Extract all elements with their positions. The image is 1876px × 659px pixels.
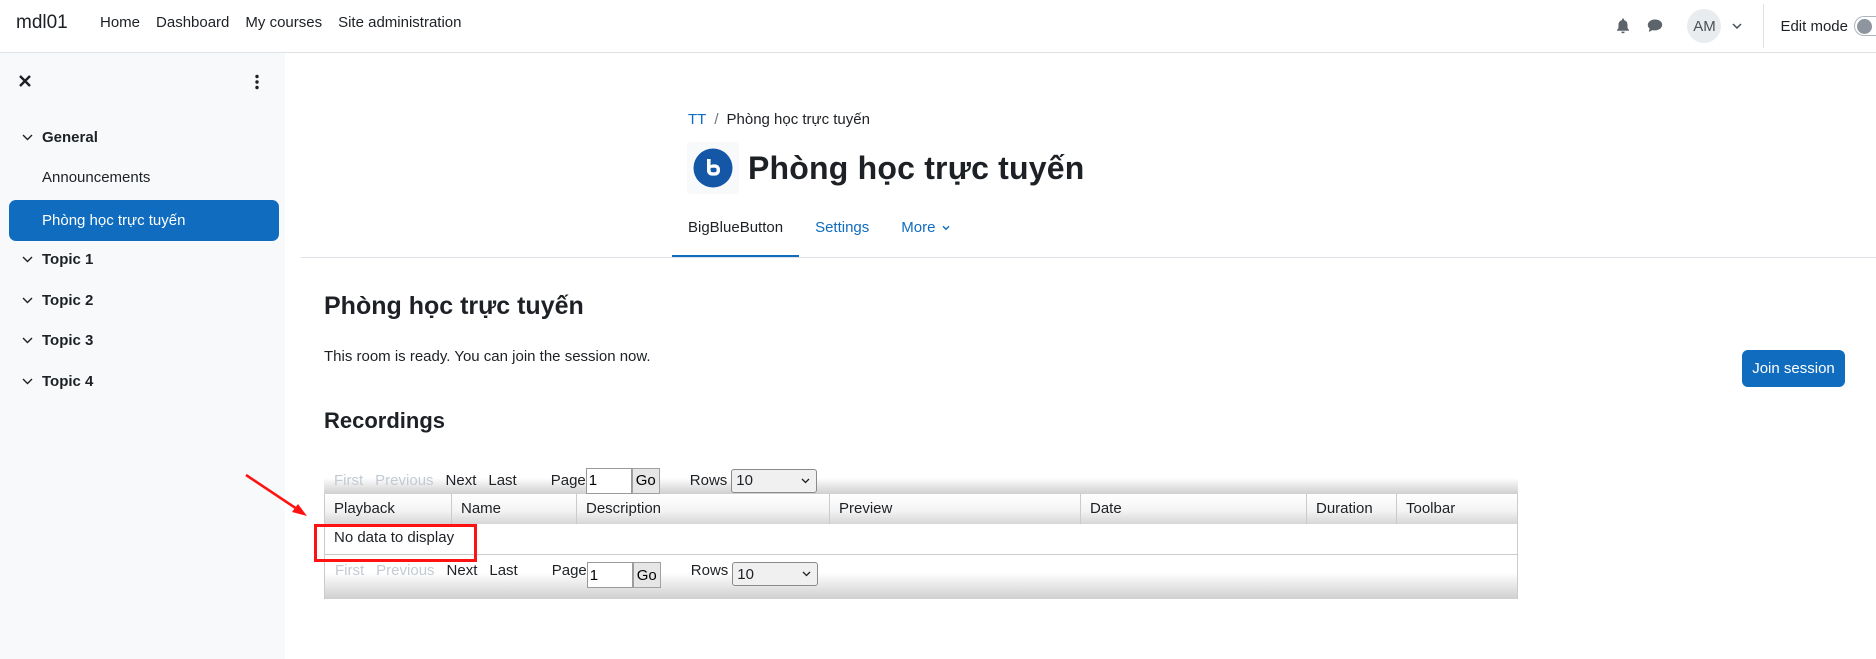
pager-previous: Previous — [375, 472, 434, 489]
pager-bottom: First Previous Next Last Page Go Rows 10 — [324, 555, 1518, 599]
sidebar-item-announcements[interactable]: Announcements — [42, 169, 150, 186]
chat-bubble-icon — [1648, 19, 1663, 32]
sidebar-item-phong-hoc-truc-tuyen[interactable]: Phòng học trực tuyến — [9, 200, 279, 241]
pager-page-label: Page — [550, 472, 586, 489]
nav-dashboard[interactable]: Dashboard — [156, 14, 229, 31]
section-topic-1-label: Topic 1 — [42, 251, 94, 268]
room-heading: Phòng học trực tuyến — [324, 292, 584, 320]
empty-table-message: No data to display — [324, 524, 1518, 555]
section-topic-2-label: Topic 2 — [42, 292, 94, 309]
kebab-icon — [255, 74, 259, 90]
breadcrumb-separator: / — [714, 111, 719, 128]
join-session-button[interactable]: Join session — [1742, 350, 1845, 387]
tab-bigbluebutton[interactable]: BigBlueButton — [672, 210, 800, 258]
pager-last[interactable]: Last — [489, 562, 517, 579]
edit-mode-label: Edit mode — [1780, 17, 1848, 35]
notifications-button[interactable] — [1607, 10, 1639, 42]
chevron-down-icon — [802, 571, 811, 577]
nav-my-courses[interactable]: My courses — [245, 14, 322, 31]
column-header-preview[interactable]: Preview — [830, 494, 1081, 524]
column-header-playback[interactable]: Playback — [325, 494, 452, 524]
section-topic-3[interactable]: Topic 3 — [20, 332, 93, 349]
tab-settings[interactable]: Settings — [799, 210, 885, 258]
user-navigation: AM Edit mode — [1607, 0, 1876, 52]
chevron-down-icon — [22, 378, 32, 385]
course-index-drawer: General Announcements Phòng học trực tuy… — [0, 53, 285, 659]
chevron-down-icon — [22, 297, 32, 304]
page-header: Phòng học trực tuyến — [687, 142, 1085, 194]
pager-next[interactable]: Next — [446, 472, 477, 489]
section-topic-4[interactable]: Topic 4 — [20, 373, 93, 390]
tabs-divider — [301, 257, 1876, 258]
column-header-date[interactable]: Date — [1081, 494, 1307, 524]
primary-navigation: Home Dashboard My courses Site administr… — [100, 14, 478, 31]
pager-page-input[interactable] — [586, 562, 633, 588]
activity-icon-container — [687, 142, 739, 194]
annotation-arrow-icon — [245, 473, 307, 516]
top-navbar: mdl01 Home Dashboard My courses Site adm… — [0, 0, 1876, 53]
chevron-down-icon — [1732, 23, 1742, 29]
close-drawer-button[interactable] — [18, 74, 34, 90]
chevron-down-icon — [801, 478, 810, 483]
table-header-row: Playback Name Description Preview Date D… — [324, 494, 1518, 524]
column-header-duration[interactable]: Duration — [1307, 494, 1397, 524]
tab-settings-label: Settings — [815, 219, 870, 236]
recordings-table: First Previous Next Last Page Go Rows 10… — [324, 467, 1518, 599]
bigbluebutton-icon — [693, 148, 733, 188]
messages-button[interactable] — [1639, 10, 1671, 42]
column-header-toolbar[interactable]: Toolbar — [1397, 494, 1517, 524]
pager-rows-label: Rows — [689, 472, 728, 489]
tab-more-label: More — [901, 219, 936, 236]
navbar-divider — [1763, 4, 1765, 48]
annotation-highlight-box — [314, 524, 477, 562]
tab-bigbluebutton-label: BigBlueButton — [688, 219, 784, 236]
chevron-down-icon — [22, 256, 32, 263]
site-brand[interactable]: mdl01 — [16, 12, 68, 34]
section-general[interactable]: General — [20, 129, 98, 146]
tab-more[interactable]: More — [885, 210, 965, 258]
secondary-navigation: BigBlueButton Settings More — [672, 210, 966, 258]
pager-last[interactable]: Last — [488, 472, 516, 489]
breadcrumb: TT / Phòng học trực tuyến — [688, 111, 870, 128]
section-topic-3-label: Topic 3 — [42, 332, 94, 349]
bell-icon — [1617, 18, 1630, 34]
chevron-down-icon — [22, 337, 32, 344]
pager-next[interactable]: Next — [447, 562, 478, 579]
section-topic-4-label: Topic 4 — [42, 373, 94, 390]
pager-go-button[interactable]: Go — [631, 467, 660, 494]
nav-home[interactable]: Home — [100, 14, 140, 31]
pager-first: First — [335, 562, 365, 579]
pager-rows-value: 10 — [737, 565, 754, 583]
pager-go-button[interactable]: Go — [632, 562, 661, 588]
pager-rows-value: 10 — [736, 472, 753, 489]
pager-rows-select[interactable]: 10 — [732, 562, 819, 586]
pager-previous: Previous — [376, 562, 435, 579]
pager-rows-label: Rows — [690, 562, 729, 579]
pager-rows-select[interactable]: 10 — [731, 468, 818, 493]
nav-site-administration[interactable]: Site administration — [338, 14, 461, 31]
chevron-down-icon — [22, 134, 32, 141]
pager-top: First Previous Next Last Page Go Rows 10 — [324, 467, 1518, 494]
breadcrumb-course-link[interactable]: TT — [688, 111, 706, 128]
breadcrumb-current: Phòng học trực tuyến — [726, 111, 870, 128]
page-title: Phòng học trực tuyến — [748, 149, 1085, 186]
section-topic-1[interactable]: Topic 1 — [20, 251, 93, 268]
edit-mode-toggle[interactable] — [1854, 16, 1876, 36]
chevron-down-icon — [942, 225, 950, 231]
section-topic-2[interactable]: Topic 2 — [20, 292, 93, 309]
column-header-description[interactable]: Description — [577, 494, 830, 524]
close-icon — [19, 75, 31, 87]
course-index-options-button[interactable] — [254, 74, 262, 92]
column-header-name[interactable]: Name — [452, 494, 577, 524]
recordings-heading: Recordings — [324, 408, 446, 433]
room-status-message: This room is ready. You can join the ses… — [324, 348, 651, 365]
section-general-label: General — [42, 129, 98, 146]
pager-page-input[interactable] — [585, 467, 632, 494]
pager-first: First — [334, 472, 364, 489]
user-avatar[interactable]: AM — [1687, 9, 1722, 43]
user-menu-toggle[interactable] — [1725, 14, 1749, 38]
pager-page-label: Page — [551, 562, 587, 579]
